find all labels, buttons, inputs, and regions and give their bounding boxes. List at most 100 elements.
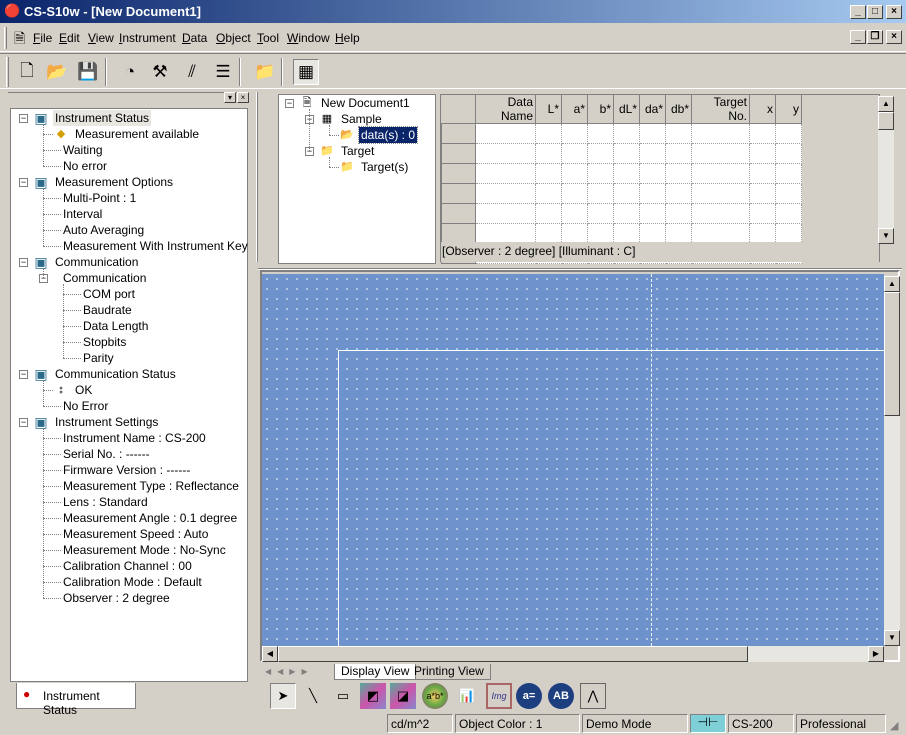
collapse-icon[interactable]: − [19,418,28,427]
table-cell[interactable] [665,183,692,204]
tree-item[interactable]: Data Length [11,318,247,334]
table-cell[interactable] [775,163,802,184]
table-cell[interactable] [475,123,536,144]
row-header[interactable] [441,223,476,244]
scroll-down-button[interactable]: ▼ [884,630,900,646]
table-cell[interactable] [749,163,776,184]
table-cell[interactable] [775,183,802,204]
row-header[interactable] [441,183,476,204]
tree-item[interactable]: − 📁 Target [279,143,435,159]
table-cell[interactable] [749,143,776,164]
table-cell[interactable] [535,203,562,224]
table-cell[interactable] [639,163,666,184]
panel-menu-button[interactable]: ▾ [224,92,236,103]
table-cell[interactable] [665,203,692,224]
tree-item[interactable]: Waiting [11,142,247,158]
table-cell[interactable] [613,183,640,204]
table-cell[interactable] [613,143,640,164]
tree-item[interactable]: Observer : 2 degree [11,590,247,606]
measure-icon[interactable]: ◔ [117,59,143,85]
table-cell[interactable] [561,163,588,184]
display-canvas[interactable] [262,274,884,646]
table-cell[interactable] [613,163,640,184]
tree-item[interactable]: Instrument Name : CS-200 [11,430,247,446]
doc-minimize-button[interactable]: _ [850,30,866,44]
table-cell[interactable] [587,183,614,204]
scroll-thumb[interactable] [884,292,900,416]
table-cell[interactable] [561,223,588,244]
scroll-thumb[interactable] [878,112,894,130]
canvas-vertical-scrollbar[interactable]: ▲ ▼ [884,276,900,646]
table-cell[interactable] [535,123,562,144]
ab-color-wheel-icon[interactable]: a*b* [422,683,448,709]
tree-item[interactable]: Parity [11,350,247,366]
menu-object[interactable]: Object [216,31,251,45]
table-cell[interactable] [475,223,536,244]
table-cell[interactable] [691,123,750,144]
panel-close-button[interactable]: × [237,92,249,103]
doc-close-button[interactable]: × [886,30,902,44]
table-cell[interactable] [587,203,614,224]
menu-instrument[interactable]: Instrument [119,31,176,45]
menu-file[interactable]: File [33,31,52,45]
tree-item[interactable]: Multi-Point : 1 [11,190,247,206]
table-cell[interactable] [475,143,536,164]
column-header[interactable]: x [749,95,776,124]
column-header[interactable]: dL* [613,95,640,124]
table-cell[interactable] [587,143,614,164]
table-cell[interactable] [587,223,614,244]
instrument-settings-icon[interactable]: ⚒ [147,59,173,85]
collapse-icon[interactable]: − [285,99,294,108]
column-header[interactable]: a* [561,95,588,124]
xy-chromaticity-icon[interactable]: ◩ [360,683,386,709]
table-cell[interactable] [475,163,536,184]
column-header[interactable]: da* [639,95,666,124]
table-cell[interactable] [587,123,614,144]
tab-printing-view[interactable]: Printing View [408,664,491,680]
table-cell[interactable] [561,183,588,204]
tree-item[interactable]: − 🗎 New Document1 [279,95,435,111]
table-cell[interactable] [561,123,588,144]
tree-item[interactable]: 📁 Target(s) [279,159,435,175]
tree-item[interactable]: − ▣ Measurement Options [11,174,247,190]
table-cell[interactable] [639,183,666,204]
grid-corner[interactable] [441,95,476,124]
tree-item[interactable]: − ▣ Communication Status [11,366,247,382]
tab-navigation-buttons[interactable]: ◀◀▶▶ [262,664,334,680]
column-header[interactable]: Target No. [691,95,750,124]
table-cell[interactable] [749,123,776,144]
tree-item[interactable]: − ▦ Sample [279,111,435,127]
document-menu-icon[interactable]: 🗎 [14,28,25,52]
maximize-button[interactable]: □ [867,5,883,19]
scroll-up-button[interactable]: ▲ [878,96,894,112]
tree-item[interactable]: Stopbits [11,334,247,350]
tree-item[interactable]: Calibration Mode : Default [11,574,247,590]
collapse-icon[interactable]: − [19,258,28,267]
uv-chromaticity-icon[interactable]: ◪ [390,683,416,709]
tree-item[interactable]: Serial No. : ------ [11,446,247,462]
row-header[interactable] [441,163,476,184]
table-cell[interactable] [691,203,750,224]
table-cell[interactable] [665,223,692,244]
column-header[interactable]: Data Name [475,95,536,124]
table-cell[interactable] [561,203,588,224]
menu-tool[interactable]: Tool [257,31,279,45]
menu-edit[interactable]: Edit [59,31,80,45]
table-row[interactable] [441,123,802,144]
scroll-left-button[interactable]: ◀ [262,646,278,662]
table-cell[interactable] [613,223,640,244]
table-row[interactable] [441,223,802,244]
collapse-icon[interactable]: − [19,370,28,379]
table-cell[interactable] [665,163,692,184]
menu-window[interactable]: Window [287,31,330,45]
tree-item[interactable]: No Error [11,398,247,414]
table-cell[interactable] [665,123,692,144]
list-view-icon[interactable]: ▦ [293,59,319,85]
table-cell[interactable] [535,223,562,244]
table-cell[interactable] [775,223,802,244]
scroll-thumb[interactable] [278,646,748,662]
menu-data[interactable]: Data [182,31,207,45]
menu-help[interactable]: Help [335,31,360,45]
table-row[interactable] [441,203,802,224]
tree-item[interactable]: Measurement Type : Reflectance [11,478,247,494]
